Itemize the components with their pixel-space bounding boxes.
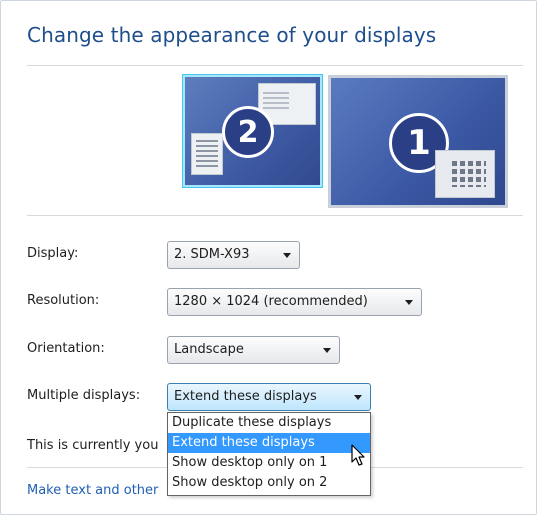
chevron-down-icon <box>405 300 413 305</box>
window-icon <box>191 133 223 175</box>
resolution-select[interactable]: 1280 × 1024 (recommended) <box>167 288 422 316</box>
display-select[interactable]: 2. SDM-X93 <box>167 241 300 269</box>
monitor-number-badge: 2 <box>222 106 274 158</box>
monitor-2-thumbnail[interactable]: 2 <box>182 74 323 188</box>
option-extend-displays[interactable]: Extend these displays <box>168 433 370 453</box>
multiple-displays-dropdown: Duplicate these displays Extend these di… <box>167 412 371 496</box>
orientation-select-value: Landscape <box>174 342 244 357</box>
orientation-label: Orientation: <box>27 341 105 356</box>
display-label: Display: <box>27 246 79 261</box>
calculator-window-icon <box>435 150 495 198</box>
option-duplicate-displays[interactable]: Duplicate these displays <box>168 413 370 433</box>
chevron-down-icon <box>283 253 291 258</box>
display-select-value: 2. SDM-X93 <box>174 247 250 262</box>
current-display-status: This is currently you <box>27 438 159 453</box>
divider <box>27 215 523 216</box>
mouse-cursor-icon <box>351 444 365 466</box>
multiple-displays-select[interactable]: Extend these displays <box>167 383 371 411</box>
page-title: Change the appearance of your displays <box>27 23 437 47</box>
resolution-select-value: 1280 × 1024 (recommended) <box>174 294 368 309</box>
option-show-only-on-1[interactable]: Show desktop only on 1 <box>168 453 370 473</box>
monitor-1-thumbnail[interactable]: 1 <box>328 75 508 208</box>
divider <box>27 65 523 66</box>
option-show-only-on-2[interactable]: Show desktop only on 2 <box>168 473 370 493</box>
multiple-displays-label: Multiple displays: <box>27 388 141 403</box>
orientation-select[interactable]: Landscape <box>167 336 340 364</box>
chevron-down-icon <box>323 348 331 353</box>
resolution-label: Resolution: <box>27 293 100 308</box>
multiple-displays-select-value: Extend these displays <box>174 389 317 404</box>
display-settings-panel: Change the appearance of your displays 2… <box>0 0 537 515</box>
text-size-link[interactable]: Make text and other <box>27 483 158 498</box>
chevron-down-icon <box>354 395 362 400</box>
